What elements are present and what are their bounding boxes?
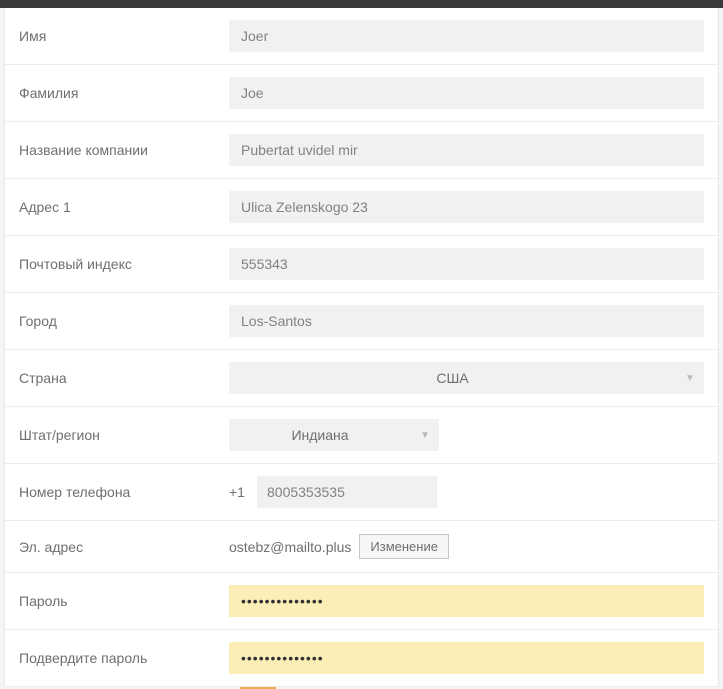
form-panel: Имя Фамилия Название компании Адрес 1 По… <box>4 8 719 687</box>
label-state: Штат/регион <box>19 427 229 443</box>
label-password: Пароль <box>19 593 229 609</box>
row-company: Название компании <box>5 122 718 179</box>
first-name-input[interactable] <box>229 20 704 52</box>
company-input[interactable] <box>229 134 704 166</box>
email-value: ostebz@mailto.plus <box>229 539 351 555</box>
row-state: Штат/регион Индиана ▼ <box>5 407 718 464</box>
row-email: Эл. адрес ostebz@mailto.plus Изменение <box>5 521 718 573</box>
chevron-down-icon: ▼ <box>676 373 704 384</box>
label-city: Город <box>19 313 229 329</box>
label-zip: Почтовый индекс <box>19 256 229 272</box>
row-first-name: Имя <box>5 8 718 65</box>
label-last-name: Фамилия <box>19 85 229 101</box>
phone-input[interactable] <box>257 476 437 508</box>
country-select-value: США <box>229 370 676 386</box>
country-select[interactable]: США ▼ <box>229 362 704 394</box>
city-input[interactable] <box>229 305 704 337</box>
label-address1: Адрес 1 <box>19 199 229 215</box>
last-name-input[interactable] <box>229 77 704 109</box>
row-password: Пароль <box>5 573 718 630</box>
label-phone: Номер телефона <box>19 484 229 500</box>
password-input[interactable] <box>229 585 704 617</box>
change-email-button[interactable]: Изменение <box>359 534 449 559</box>
row-address1: Адрес 1 <box>5 179 718 236</box>
row-password-confirm: Подвердите пароль <box>5 630 718 687</box>
row-zip: Почтовый индекс <box>5 236 718 293</box>
label-first-name: Имя <box>19 28 229 44</box>
chevron-down-icon: ▼ <box>411 430 439 441</box>
top-bar <box>0 0 723 8</box>
state-select-value: Индиана <box>229 427 411 443</box>
row-city: Город <box>5 293 718 350</box>
label-country: Страна <box>19 370 229 386</box>
phone-prefix: +1 <box>229 484 249 500</box>
row-country: Страна США ▼ <box>5 350 718 407</box>
row-phone: Номер телефона +1 <box>5 464 718 521</box>
label-password-confirm: Подвердите пароль <box>19 650 229 666</box>
label-email: Эл. адрес <box>19 539 229 555</box>
state-select[interactable]: Индиана ▼ <box>229 419 439 451</box>
address1-input[interactable] <box>229 191 704 223</box>
zip-input[interactable] <box>229 248 704 280</box>
label-company: Название компании <box>19 142 229 158</box>
password-confirm-input[interactable] <box>229 642 704 674</box>
row-last-name: Фамилия <box>5 65 718 122</box>
